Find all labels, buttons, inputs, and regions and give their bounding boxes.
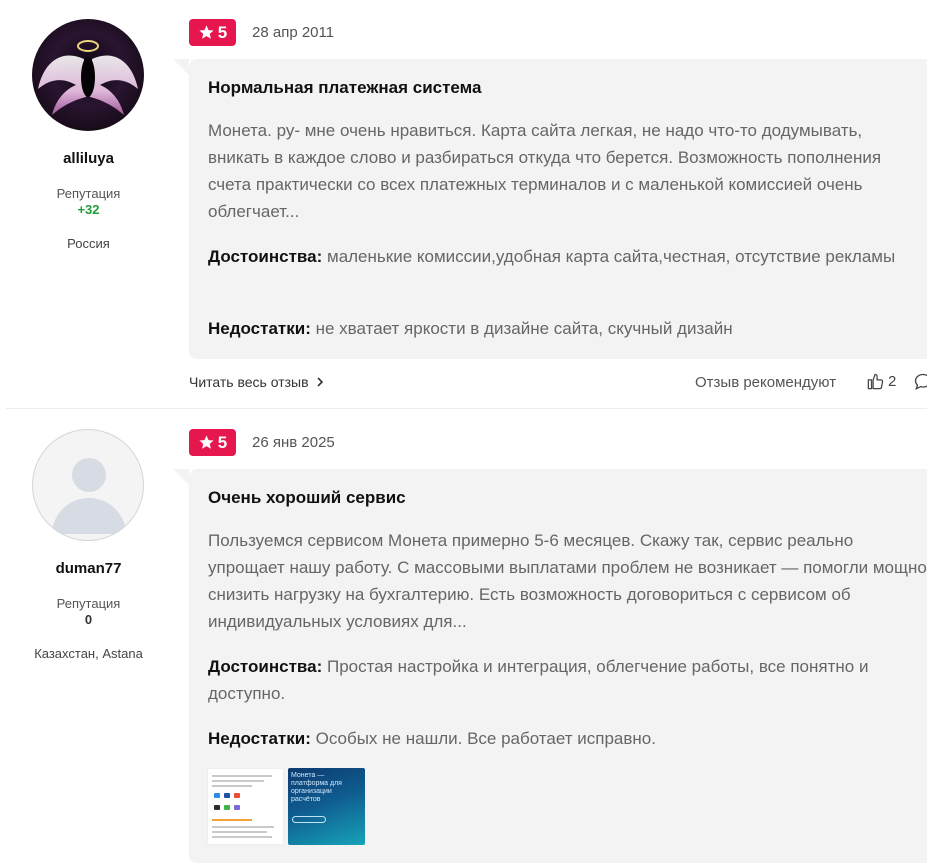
pros-label: Достоинства: — [208, 247, 323, 266]
review-text: Пользуемся сервисом Монета примерно 5-6 … — [208, 531, 927, 631]
bubble-notch — [173, 59, 189, 75]
review-title[interactable]: Нормальная платежная система — [208, 78, 481, 98]
review-date: 28 апр 2011 — [252, 24, 335, 41]
pros: Достоинства: маленькие комиссии,удобная … — [208, 243, 927, 270]
like-count: 2 — [888, 373, 897, 390]
review-photos: Монета — платформа для организации расчё… — [207, 768, 365, 845]
read-full-review-link[interactable]: Читать весь отзыв — [189, 374, 325, 390]
cons: Недостатки: не хватает яркости в дизайне… — [208, 315, 927, 342]
star-icon — [199, 25, 214, 39]
like-button[interactable]: 2 — [866, 372, 896, 391]
cons-text: Особых не нашли. Все работает исправно. — [315, 729, 656, 748]
star-icon — [199, 435, 214, 449]
review-photo-thumbnail[interactable]: Монета — платформа для организации расчё… — [288, 768, 365, 845]
comment-button[interactable] — [913, 372, 927, 397]
reputation-label: Репутация — [56, 186, 121, 201]
bubble-notch — [173, 469, 189, 485]
thumbnail-button-shape — [292, 816, 326, 823]
thumbnail-caption: Монета — платформа для организации расчё… — [291, 772, 342, 803]
rating-value: 5 — [217, 432, 228, 452]
username[interactable]: alliluya — [0, 150, 177, 167]
user-location: Казахстан, Astana — [34, 646, 143, 661]
rating-badge: 5 — [189, 19, 236, 46]
reputation-value: +32 — [77, 202, 100, 217]
review-text: Монета. ру- мне очень нравиться. Карта с… — [208, 121, 882, 221]
recommend-label: Отзыв рекомендуют — [695, 374, 837, 391]
review-card: duman77 Репутация 0 Казахстан, Astana 5 … — [0, 410, 927, 866]
chevron-right-icon — [316, 377, 323, 387]
cons-text: не хватает яркости в дизайне сайта, скуч… — [315, 319, 733, 338]
cons: Недостатки: Особых не нашли. Все работае… — [208, 725, 927, 752]
pros-text: маленькие комиссии,удобная карта сайта,ч… — [327, 247, 896, 266]
review-divider — [6, 408, 927, 409]
cons-label: Недостатки: — [208, 319, 311, 338]
rating-badge: 5 — [189, 429, 236, 456]
cons-label: Недостатки: — [208, 729, 311, 748]
pros: Достоинства: Простая настройка и интегра… — [208, 653, 927, 707]
user-location: Россия — [67, 236, 110, 251]
review-date: 26 янв 2025 — [252, 434, 335, 451]
avatar[interactable] — [32, 19, 144, 131]
comment-icon — [914, 373, 927, 390]
review-title[interactable]: Очень хороший сервис — [208, 488, 406, 508]
review-card: alliluya Репутация +32 Россия 5 28 апр 2… — [0, 0, 927, 410]
review-body: Очень хороший сервис Пользуемся сервисом… — [173, 469, 927, 863]
review-body: Нормальная платежная система Монета. ру-… — [173, 59, 927, 359]
default-avatar-icon — [51, 458, 127, 534]
review-photo-thumbnail[interactable] — [207, 768, 284, 845]
avatar[interactable] — [32, 429, 144, 541]
pros-label: Достоинства: — [208, 657, 323, 676]
read-more-label: Читать весь отзыв — [189, 374, 309, 390]
reputation-label: Репутация — [56, 596, 121, 611]
username[interactable]: duman77 — [0, 560, 177, 577]
thumbs-up-icon — [867, 373, 884, 390]
rating-value: 5 — [217, 22, 228, 42]
reputation-value: 0 — [84, 612, 93, 627]
